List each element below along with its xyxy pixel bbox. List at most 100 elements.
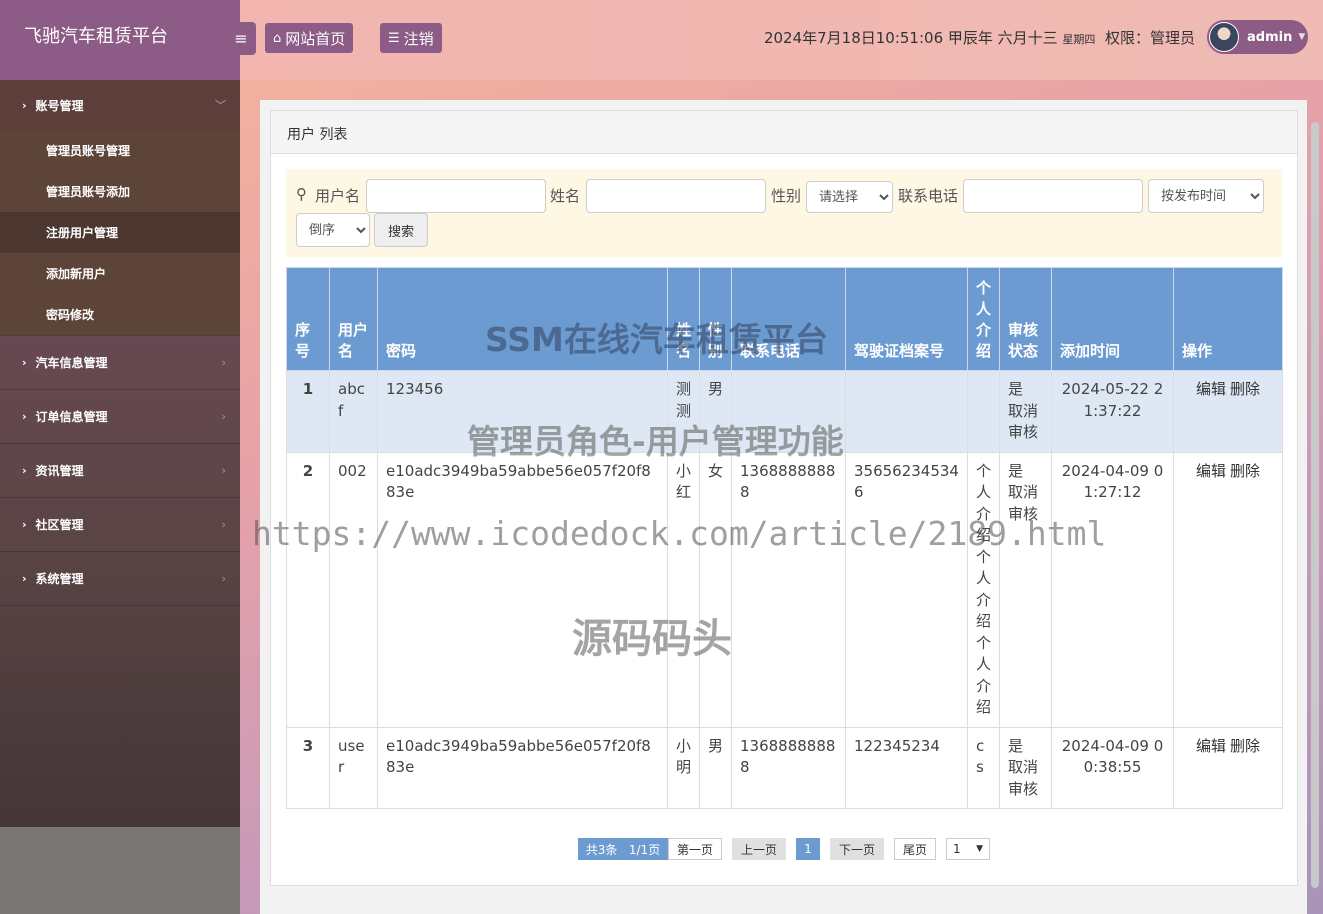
caret-down-icon: ▼: [1298, 32, 1306, 42]
chevron-right-icon: ›: [221, 464, 226, 477]
cell-intro: cs: [967, 726, 1000, 809]
cell-name: 小明: [667, 726, 700, 809]
username-label: 用户名: [315, 187, 361, 205]
sidebar-group-label: 社区管理: [35, 518, 84, 532]
header-info: 2024年7月18日10:51:06 甲辰年 六月十三 星期四 权限：管理员: [764, 27, 1195, 48]
user-list-panel: 用户 列表 ⚲ 用户名 姓名 性别 请选择 联系电话 按发布时间 倒序 搜索 序…: [270, 110, 1298, 886]
sidebar-group-car-header[interactable]: › 汽车信息管理 ›: [0, 336, 240, 389]
sidebar-item-user-add[interactable]: 添加新用户: [0, 253, 240, 294]
cell-added: 2024-04-09 01:27:12: [1051, 451, 1174, 728]
page-scrollbar[interactable]: [1311, 122, 1319, 888]
page-jump-value: 1: [953, 842, 961, 856]
sort-order-select[interactable]: 倒序: [296, 213, 370, 247]
status-value: 是: [1008, 461, 1024, 480]
cell-phone: [731, 370, 846, 453]
username-input[interactable]: [366, 179, 546, 213]
datetime-text: 2024年7月18日10:51:06 甲辰年 六月十三: [763, 29, 1058, 47]
cell-index: 2: [286, 451, 330, 728]
logout-button[interactable]: ☰ 注销: [380, 23, 442, 53]
sidebar-group-label: 账号管理: [35, 98, 84, 113]
chevron-down-icon: ▼: [976, 844, 983, 854]
delete-link[interactable]: 删除: [1230, 737, 1260, 755]
menu-toggle-icon[interactable]: ≡: [226, 22, 256, 55]
phone-label: 联系电话: [898, 187, 959, 205]
sidebar-group-order[interactable]: › 订单信息管理 ›: [0, 390, 240, 444]
role-text: 权限：管理员: [1104, 29, 1195, 47]
brand-title: 飞驰汽车租赁平台: [0, 0, 240, 80]
cancel-review-link[interactable]: 取消审核: [1008, 401, 1043, 444]
sidebar-group-news-header[interactable]: › 资讯管理 ›: [0, 444, 240, 497]
sidebar-item-password[interactable]: 密码修改: [0, 294, 240, 335]
edit-link[interactable]: 编辑: [1196, 380, 1226, 398]
chevron-right-icon: ›: [22, 98, 27, 112]
cell-index: 3: [286, 726, 330, 809]
sidebar-group-system[interactable]: › 系统管理 ›: [0, 552, 240, 606]
search-button[interactable]: 搜索: [374, 213, 428, 247]
cancel-review-link[interactable]: 取消审核: [1008, 757, 1043, 800]
sidebar-footer: [0, 827, 240, 914]
current-page[interactable]: 1: [796, 838, 820, 860]
page-jump-select[interactable]: 1 ▼: [946, 838, 990, 860]
sidebar-group-order-header[interactable]: › 订单信息管理 ›: [0, 390, 240, 443]
col-header-actions: 操作: [1173, 267, 1283, 371]
edit-link[interactable]: 编辑: [1196, 737, 1226, 755]
pager-pages: 1/1页: [628, 842, 661, 857]
cell-password: 123456: [377, 370, 668, 453]
chevron-right-icon: ›: [22, 410, 27, 423]
col-header-name: 姓名: [667, 267, 700, 371]
cell-actions: 编辑 删除: [1173, 370, 1283, 453]
sidebar-group-label: 汽车信息管理: [35, 356, 108, 370]
username-text: admin: [1247, 29, 1293, 45]
sidebar-group-account: › 账号管理 ﹀ 管理员账号管理 管理员账号添加 注册用户管理 添加新用户 密码…: [0, 80, 240, 336]
home-button[interactable]: ⌂ 网站首页: [265, 23, 354, 53]
sidebar-group-car[interactable]: › 汽车信息管理 ›: [0, 336, 240, 390]
sidebar-item-admin-manage[interactable]: 管理员账号管理: [0, 130, 240, 171]
pager-total: 共3条: [585, 842, 618, 857]
cell-password: e10adc3949ba59abbe56e057f20f883e: [377, 726, 668, 809]
last-page-button[interactable]: 尾页: [894, 838, 936, 860]
sidebar-group-account-header[interactable]: › 账号管理 ﹀: [0, 80, 240, 130]
chevron-right-icon: ›: [221, 356, 226, 369]
cell-username: abcf: [329, 370, 378, 453]
main-content: 用户 列表 ⚲ 用户名 姓名 性别 请选择 联系电话 按发布时间 倒序 搜索 序…: [260, 100, 1307, 914]
delete-link[interactable]: 删除: [1230, 380, 1260, 398]
cell-gender: 女: [699, 451, 732, 728]
sidebar-item-user-manage[interactable]: 注册用户管理: [0, 212, 240, 253]
table-header-row: 序号 用户名 密码 姓名 性别 联系电话 驾驶证档案号 个人介绍 审核状态 添加…: [286, 267, 1283, 371]
delete-link[interactable]: 删除: [1230, 462, 1260, 480]
cell-actions: 编辑 删除: [1173, 726, 1283, 809]
chevron-right-icon: ›: [221, 572, 226, 585]
chevron-right-icon: ›: [221, 410, 226, 423]
sidebar-group-news[interactable]: › 资讯管理 ›: [0, 444, 240, 498]
name-label: 姓名: [550, 187, 581, 205]
sidebar-group-label: 资讯管理: [35, 464, 84, 478]
sidebar-item-admin-add[interactable]: 管理员账号添加: [0, 171, 240, 212]
edit-link[interactable]: 编辑: [1196, 462, 1226, 480]
sidebar: 飞驰汽车租赁平台 › 账号管理 ﹀ 管理员账号管理 管理员账号添加 注册用户管理…: [0, 0, 240, 914]
cell-username: 002: [329, 451, 378, 728]
gender-label: 性别: [771, 187, 802, 205]
phone-input[interactable]: [963, 179, 1143, 213]
chevron-right-icon: ›: [22, 464, 27, 477]
gender-select[interactable]: 请选择: [806, 181, 893, 213]
name-input[interactable]: [586, 179, 766, 213]
avatar: [1209, 22, 1239, 52]
pager-summary: 共3条 1/1页: [578, 838, 668, 860]
sidebar-group-system-header[interactable]: › 系统管理 ›: [0, 552, 240, 605]
sidebar-submenu: 管理员账号管理 管理员账号添加 注册用户管理 添加新用户 密码修改: [0, 130, 240, 335]
sidebar-group-community-header[interactable]: › 社区管理 ›: [0, 498, 240, 551]
next-page-button[interactable]: 下一页: [830, 838, 884, 860]
first-page-button[interactable]: 第一页: [668, 838, 722, 860]
cancel-review-link[interactable]: 取消审核: [1008, 482, 1043, 525]
cell-password: e10adc3949ba59abbe56e057f20f883e: [377, 451, 668, 728]
user-menu[interactable]: admin ▼: [1207, 20, 1308, 54]
prev-page-button[interactable]: 上一页: [732, 838, 786, 860]
sort-field-select[interactable]: 按发布时间: [1148, 179, 1264, 213]
sidebar-group-community[interactable]: › 社区管理 ›: [0, 498, 240, 552]
cell-index: 1: [286, 370, 330, 453]
status-value: 是: [1008, 380, 1024, 398]
cell-added: 2024-04-09 00:38:55: [1051, 726, 1174, 809]
panel-title: 用户 列表: [271, 111, 1297, 154]
cell-intro: 个人介绍个人介绍个人介绍: [967, 451, 1000, 728]
cell-status: 是 取消审核: [999, 726, 1052, 809]
